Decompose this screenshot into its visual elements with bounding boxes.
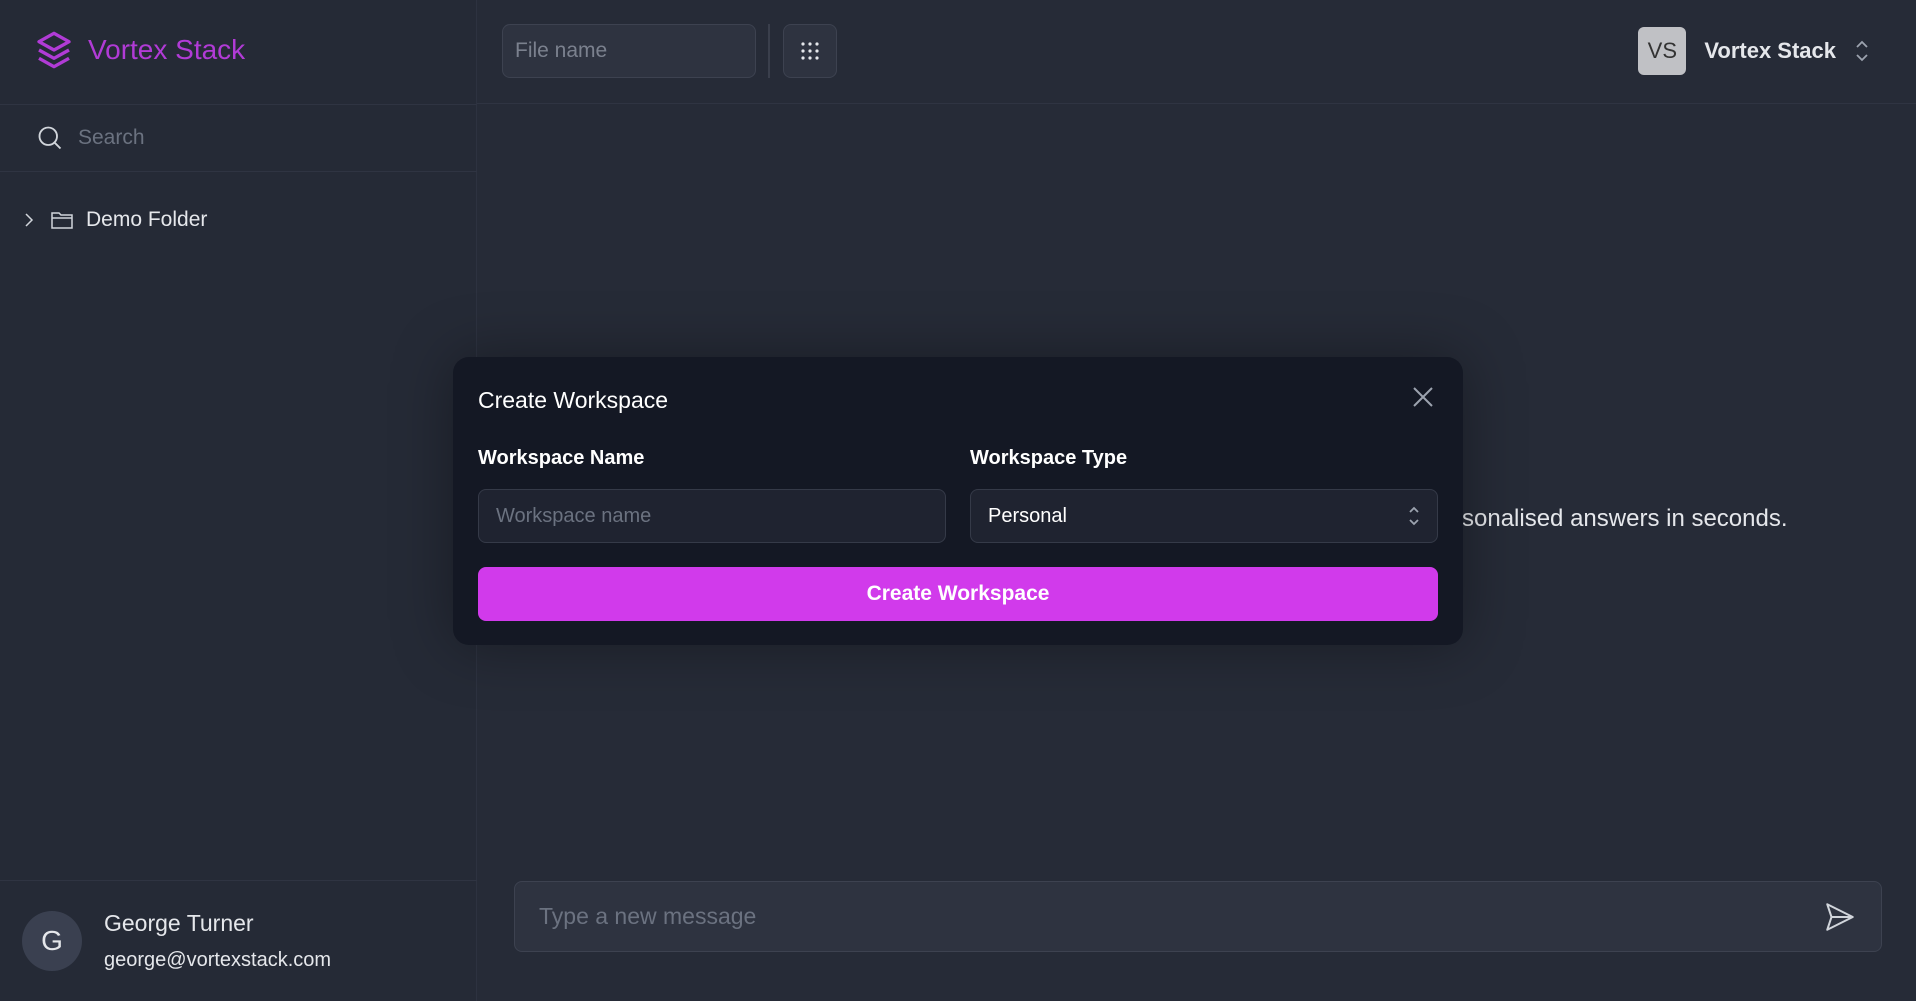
user-email: george@vortexstack.com <box>104 949 332 971</box>
folder-label: Demo Folder <box>86 208 208 231</box>
layers-icon <box>37 31 71 69</box>
create-workspace-dialog: Create Workspace Workspace Name Workspac… <box>453 357 1463 645</box>
chevron-right-icon[interactable] <box>20 210 38 230</box>
close-icon[interactable] <box>1411 385 1435 409</box>
divider <box>768 24 770 78</box>
header: VS Vortex Stack <box>477 0 1916 104</box>
message-input[interactable] <box>539 903 1823 930</box>
chevron-up-down-icon <box>1856 40 1868 62</box>
workspace-type-label: Workspace Type <box>970 447 1128 469</box>
file-name-input[interactable] <box>502 24 756 78</box>
grid-dots-icon <box>801 42 819 60</box>
workspace-switcher[interactable]: VS Vortex Stack <box>1638 27 1870 75</box>
apps-button[interactable] <box>783 24 837 78</box>
search-input[interactable] <box>78 126 458 150</box>
create-workspace-button[interactable]: Create Workspace <box>478 567 1438 621</box>
sidebar: Vortex Stack Demo Folder G George Turner… <box>0 0 477 1001</box>
user-profile[interactable]: G George Turner george@vortexstack.com <box>0 880 477 1001</box>
avatar: G <box>22 911 82 971</box>
send-icon[interactable] <box>1823 900 1857 934</box>
workspace-name: Vortex Stack <box>1704 38 1836 63</box>
chevron-up-down-icon <box>1409 506 1419 526</box>
user-name: George Turner <box>104 910 254 936</box>
dialog-title: Create Workspace <box>478 387 669 413</box>
app-name: Vortex Stack <box>88 34 246 65</box>
welcome-text: sonalised answers in seconds. <box>1462 505 1788 532</box>
folder-icon <box>51 212 73 229</box>
workspace-type-select[interactable]: Personal <box>970 489 1438 543</box>
message-composer <box>514 881 1882 952</box>
workspace-name-label: Workspace Name <box>478 447 645 469</box>
selected-type: Personal <box>988 504 1067 527</box>
search-icon <box>38 126 62 150</box>
workspace-avatar: VS <box>1638 27 1687 75</box>
logo[interactable]: Vortex Stack <box>34 30 245 70</box>
workspace-name-input[interactable] <box>478 489 946 543</box>
tree-item-demo-folder[interactable]: Demo Folder <box>20 208 207 232</box>
sidebar-search <box>0 104 477 172</box>
